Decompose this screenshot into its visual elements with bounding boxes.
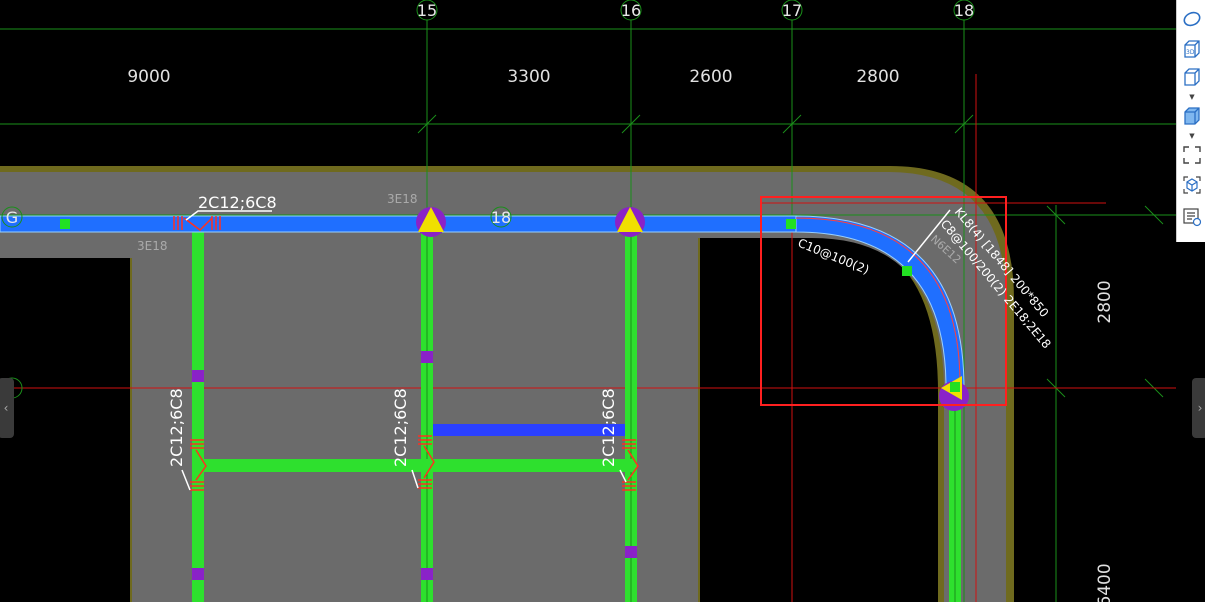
isometric-view-button[interactable]	[1180, 174, 1204, 196]
fullscreen-icon	[1183, 146, 1201, 164]
box-view-button[interactable]	[1180, 66, 1204, 88]
solid-box-icon	[1184, 107, 1200, 125]
chevron-right-icon: ›	[1197, 401, 1203, 415]
column-rebar-label-3[interactable]: 2C12;6C8	[599, 388, 618, 467]
view-toolbar: 3D ▼ ▼	[1176, 0, 1205, 242]
beam-rebar-label[interactable]: 2C12;6C8	[198, 193, 277, 212]
right-panel-handle[interactable]: ›	[1192, 378, 1205, 438]
3d-view-icon: 3D	[1184, 40, 1200, 58]
cad-drawing[interactable]: 15 16 17 18 G 18 9000 3300 2600 2800 280…	[0, 0, 1176, 602]
solid-box-button[interactable]	[1180, 105, 1204, 127]
dimension-9000: 9000	[127, 67, 170, 87]
axis-label-16: 16	[621, 1, 641, 20]
row-label-g: G	[6, 208, 18, 227]
dimension-2800: 2800	[856, 67, 899, 87]
chevron-left-icon: ‹	[3, 401, 9, 415]
axis-label-15: 15	[417, 1, 437, 20]
row-label-18: 18	[491, 208, 511, 227]
solid-box-dropdown-icon[interactable]: ▼	[1188, 133, 1196, 140]
fullscreen-button[interactable]	[1180, 144, 1204, 166]
3d-view-button[interactable]: 3D	[1180, 38, 1204, 60]
top-rebar-label-b: 3E18	[387, 192, 418, 206]
properties-view-icon	[1183, 208, 1202, 227]
column-rebar-label-1[interactable]: 2C12;6C8	[167, 388, 186, 467]
dimension-3300: 3300	[507, 67, 550, 87]
isometric-view-icon	[1183, 176, 1201, 194]
dimension-right-6400: 6400	[1095, 563, 1115, 602]
column-rebar-label-2[interactable]: 2C12;6C8	[391, 388, 410, 467]
top-rebar-label-a: 3E18	[137, 239, 168, 253]
3d-view-label: 3D	[1186, 49, 1195, 56]
left-panel-handle[interactable]: ‹	[0, 378, 14, 438]
layer-shape-button[interactable]	[1180, 8, 1204, 30]
dimension-2600: 2600	[689, 67, 732, 87]
layer-shape-icon	[1183, 11, 1201, 27]
axis-label-18: 18	[954, 1, 974, 20]
dimension-right-2800: 2800	[1095, 280, 1115, 323]
properties-view-button[interactable]	[1180, 206, 1204, 228]
box-view-icon	[1184, 68, 1200, 86]
box-view-dropdown-icon[interactable]: ▼	[1188, 94, 1196, 101]
axis-label-17: 17	[782, 1, 802, 20]
cad-viewport[interactable]: 15 16 17 18 G 18 9000 3300 2600 2800 280…	[0, 0, 1176, 602]
